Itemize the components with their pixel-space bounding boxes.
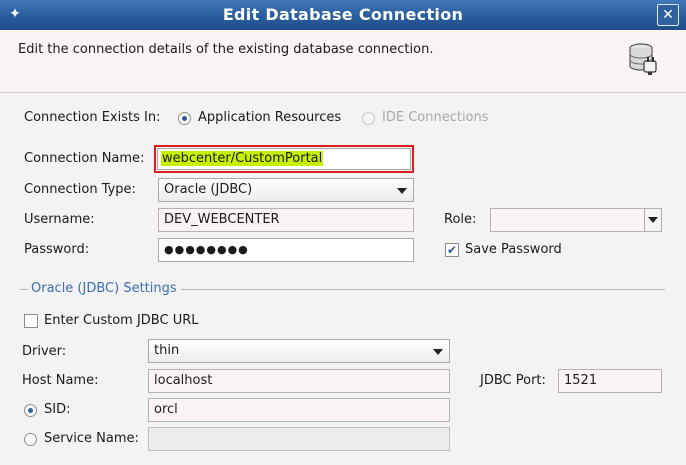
radio-sid[interactable] [24, 404, 37, 417]
connection-name-input[interactable]: webcenter/CustomPortal [157, 148, 411, 170]
ide-connections-label: IDE Connections [382, 110, 489, 125]
connection-name-value: webcenter/CustomPortal [161, 151, 324, 166]
role-label: Role: [444, 212, 477, 227]
password-label: Password: [24, 242, 90, 257]
close-button[interactable]: ✕ [657, 4, 679, 26]
driver-value: thin [154, 343, 180, 358]
window-title: Edit Database Connection [222, 5, 464, 24]
section-divider-left [20, 289, 28, 290]
database-connection-icon [626, 40, 662, 76]
username-label: Username: [24, 212, 95, 227]
connection-type-label: Connection Type: [24, 182, 136, 197]
header-description: Edit the connection details of the exist… [18, 42, 434, 57]
chevron-down-icon [397, 188, 407, 194]
chevron-down-icon [433, 349, 443, 355]
chevron-down-icon [648, 217, 658, 223]
dialog-header [0, 30, 686, 93]
service-name-input[interactable] [148, 427, 450, 451]
host-name-input[interactable]: localhost [148, 369, 450, 393]
sid-label[interactable]: SID: [44, 402, 70, 417]
custom-jdbc-url-checkbox[interactable] [24, 314, 38, 328]
connection-type-value: Oracle (JDBC) [164, 182, 253, 197]
role-dropdown[interactable] [490, 208, 662, 232]
section-title: Oracle (JDBC) Settings [31, 281, 177, 296]
service-name-label[interactable]: Service Name: [44, 431, 139, 446]
username-input[interactable]: DEV_WEBCENTER [158, 208, 414, 232]
connection-type-dropdown[interactable]: Oracle (JDBC) [158, 178, 414, 202]
radio-service-name[interactable] [24, 433, 37, 446]
jdbc-port-input[interactable]: 1521 [558, 369, 662, 393]
driver-dropdown[interactable]: thin [148, 339, 450, 363]
save-password-checkbox[interactable]: ✔ [445, 243, 459, 257]
save-password-label[interactable]: Save Password [465, 242, 562, 257]
custom-jdbc-url-label[interactable]: Enter Custom JDBC URL [44, 313, 199, 328]
sid-input[interactable]: orcl [148, 398, 450, 422]
radio-ide-connections[interactable] [362, 112, 375, 125]
host-name-label: Host Name: [22, 373, 99, 388]
connection-name-label: Connection Name: [24, 151, 145, 166]
role-dropdown-button[interactable] [644, 209, 661, 231]
password-input[interactable]: ●●●●●●●● [158, 238, 414, 262]
jdbc-port-label: JDBC Port: [480, 373, 546, 388]
application-resources-label[interactable]: Application Resources [198, 110, 341, 125]
radio-application-resources[interactable] [178, 112, 191, 125]
section-divider [181, 289, 665, 290]
driver-label: Driver: [22, 344, 67, 359]
connection-exists-label: Connection Exists In: [24, 110, 161, 125]
